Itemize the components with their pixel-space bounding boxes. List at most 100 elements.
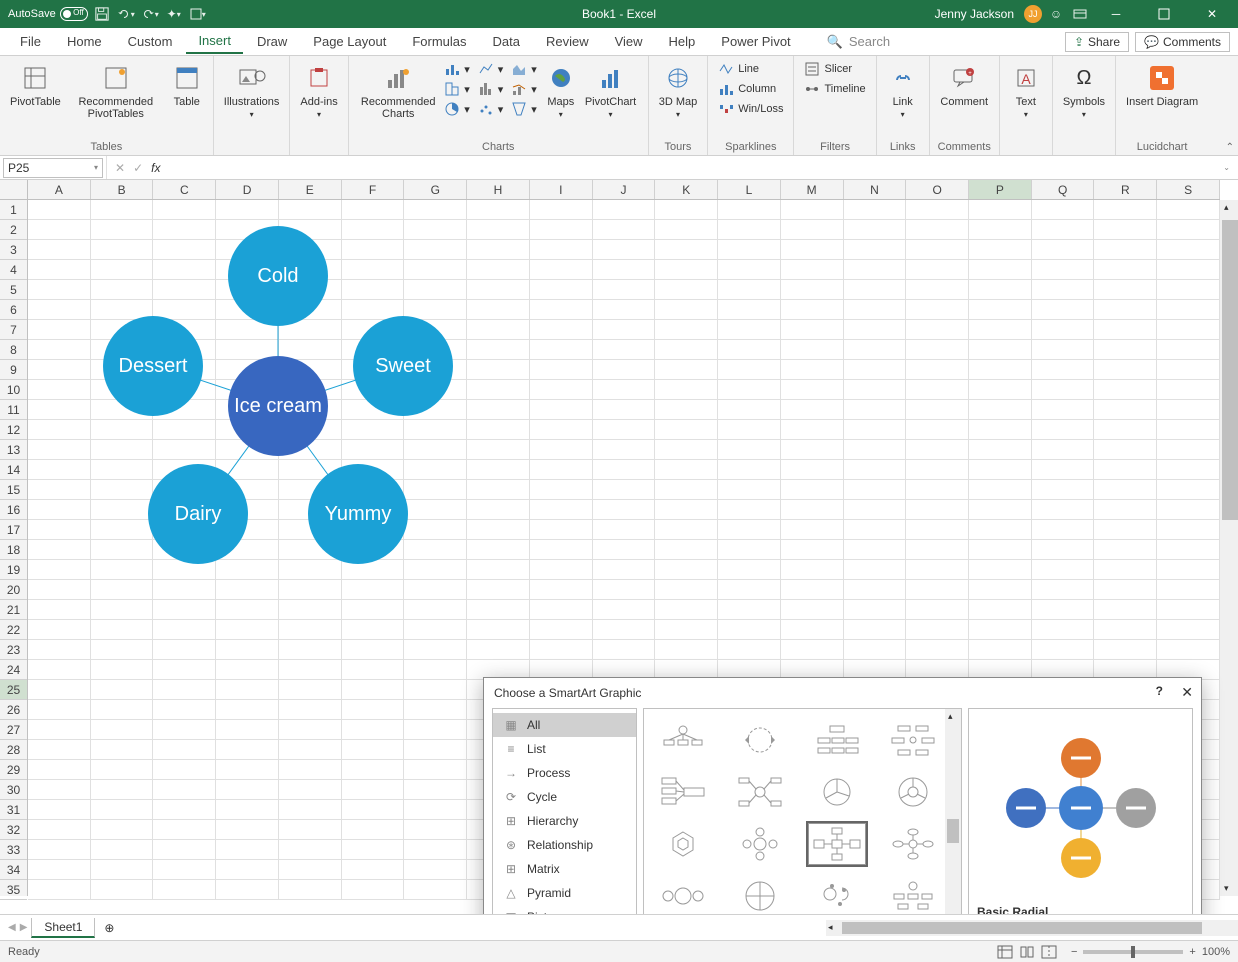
cell-J7[interactable] [593, 320, 656, 340]
cell-G33[interactable] [404, 840, 467, 860]
qat-icon-2[interactable]: ▾ [188, 4, 208, 24]
cell-N2[interactable] [844, 220, 907, 240]
layout-thumb-7[interactable] [882, 769, 944, 815]
cell-I3[interactable] [530, 240, 593, 260]
cell-P10[interactable] [969, 380, 1032, 400]
tab-review[interactable]: Review [534, 30, 601, 53]
cell-A29[interactable] [28, 760, 91, 780]
col-header-Q[interactable]: Q [1032, 180, 1095, 199]
cell-D30[interactable] [216, 780, 279, 800]
cell-M20[interactable] [781, 580, 844, 600]
cell-O3[interactable] [906, 240, 969, 260]
cell-E23[interactable] [279, 640, 342, 660]
cell-P1[interactable] [969, 200, 1032, 220]
layout-thumb-9[interactable] [729, 821, 791, 867]
cell-R3[interactable] [1094, 240, 1157, 260]
cell-K12[interactable] [655, 420, 718, 440]
cell-R17[interactable] [1094, 520, 1157, 540]
node-sweet[interactable]: Sweet [353, 316, 453, 416]
cell-I5[interactable] [530, 280, 593, 300]
layout-thumb-1[interactable] [729, 717, 791, 763]
cell-S6[interactable] [1157, 300, 1220, 320]
row-header-12[interactable]: 12 [0, 420, 27, 440]
col-header-I[interactable]: I [530, 180, 593, 199]
cell-L7[interactable] [718, 320, 781, 340]
cell-M1[interactable] [781, 200, 844, 220]
cell-M13[interactable] [781, 440, 844, 460]
enter-icon[interactable]: ✓ [133, 161, 143, 175]
cell-S17[interactable] [1157, 520, 1220, 540]
cell-A31[interactable] [28, 800, 91, 820]
cell-I15[interactable] [530, 480, 593, 500]
cell-M21[interactable] [781, 600, 844, 620]
row-header-20[interactable]: 20 [0, 580, 27, 600]
cell-J11[interactable] [593, 400, 656, 420]
cell-I2[interactable] [530, 220, 593, 240]
cell-L23[interactable] [718, 640, 781, 660]
cell-Q19[interactable] [1032, 560, 1095, 580]
cell-H11[interactable] [467, 400, 530, 420]
cell-M12[interactable] [781, 420, 844, 440]
cell-P14[interactable] [969, 460, 1032, 480]
node-dessert[interactable]: Dessert [103, 316, 203, 416]
tab-pagelayout[interactable]: Page Layout [301, 30, 398, 53]
cell-R22[interactable] [1094, 620, 1157, 640]
cell-K20[interactable] [655, 580, 718, 600]
cell-O8[interactable] [906, 340, 969, 360]
cell-H7[interactable] [467, 320, 530, 340]
row-header-7[interactable]: 7 [0, 320, 27, 340]
cell-O22[interactable] [906, 620, 969, 640]
cell-E34[interactable] [279, 860, 342, 880]
vertical-scrollbar[interactable]: ▴▾ [1220, 200, 1238, 896]
cell-J20[interactable] [593, 580, 656, 600]
cell-B32[interactable] [91, 820, 154, 840]
cell-D26[interactable] [216, 700, 279, 720]
cell-K8[interactable] [655, 340, 718, 360]
cell-K23[interactable] [655, 640, 718, 660]
cell-Q13[interactable] [1032, 440, 1095, 460]
cell-C24[interactable] [153, 660, 216, 680]
sparkline-column-button[interactable]: Column [716, 80, 785, 98]
cell-M10[interactable] [781, 380, 844, 400]
cell-O5[interactable] [906, 280, 969, 300]
cell-M2[interactable] [781, 220, 844, 240]
cell-C26[interactable] [153, 700, 216, 720]
cell-R4[interactable] [1094, 260, 1157, 280]
dialog-help-icon[interactable]: ? [1156, 684, 1163, 698]
cell-S8[interactable] [1157, 340, 1220, 360]
cell-A32[interactable] [28, 820, 91, 840]
cell-O6[interactable] [906, 300, 969, 320]
cell-N22[interactable] [844, 620, 907, 640]
row-header-15[interactable]: 15 [0, 480, 27, 500]
cell-M22[interactable] [781, 620, 844, 640]
cell-C21[interactable] [153, 600, 216, 620]
row-header-25[interactable]: 25 [0, 680, 27, 700]
cell-B25[interactable] [91, 680, 154, 700]
chart-scatter-button[interactable]: ▾ [476, 100, 506, 118]
cell-F31[interactable] [342, 800, 405, 820]
cell-N23[interactable] [844, 640, 907, 660]
cell-M14[interactable] [781, 460, 844, 480]
row-header-1[interactable]: 1 [0, 200, 27, 220]
layout-thumb-15[interactable] [882, 873, 944, 914]
cell-C23[interactable] [153, 640, 216, 660]
cell-L15[interactable] [718, 480, 781, 500]
cell-B22[interactable] [91, 620, 154, 640]
category-matrix[interactable]: ⊞Matrix [493, 857, 636, 881]
cell-G34[interactable] [404, 860, 467, 880]
cell-N10[interactable] [844, 380, 907, 400]
cell-O19[interactable] [906, 560, 969, 580]
cell-R13[interactable] [1094, 440, 1157, 460]
cell-J5[interactable] [593, 280, 656, 300]
view-pagelayout-icon[interactable] [1019, 945, 1035, 959]
tab-file[interactable]: File [8, 30, 53, 53]
cell-P2[interactable] [969, 220, 1032, 240]
cell-H14[interactable] [467, 460, 530, 480]
cell-F29[interactable] [342, 760, 405, 780]
cell-D23[interactable] [216, 640, 279, 660]
cell-S21[interactable] [1157, 600, 1220, 620]
cell-I23[interactable] [530, 640, 593, 660]
center-node[interactable]: Ice cream [228, 356, 328, 456]
cell-J10[interactable] [593, 380, 656, 400]
cell-S23[interactable] [1157, 640, 1220, 660]
